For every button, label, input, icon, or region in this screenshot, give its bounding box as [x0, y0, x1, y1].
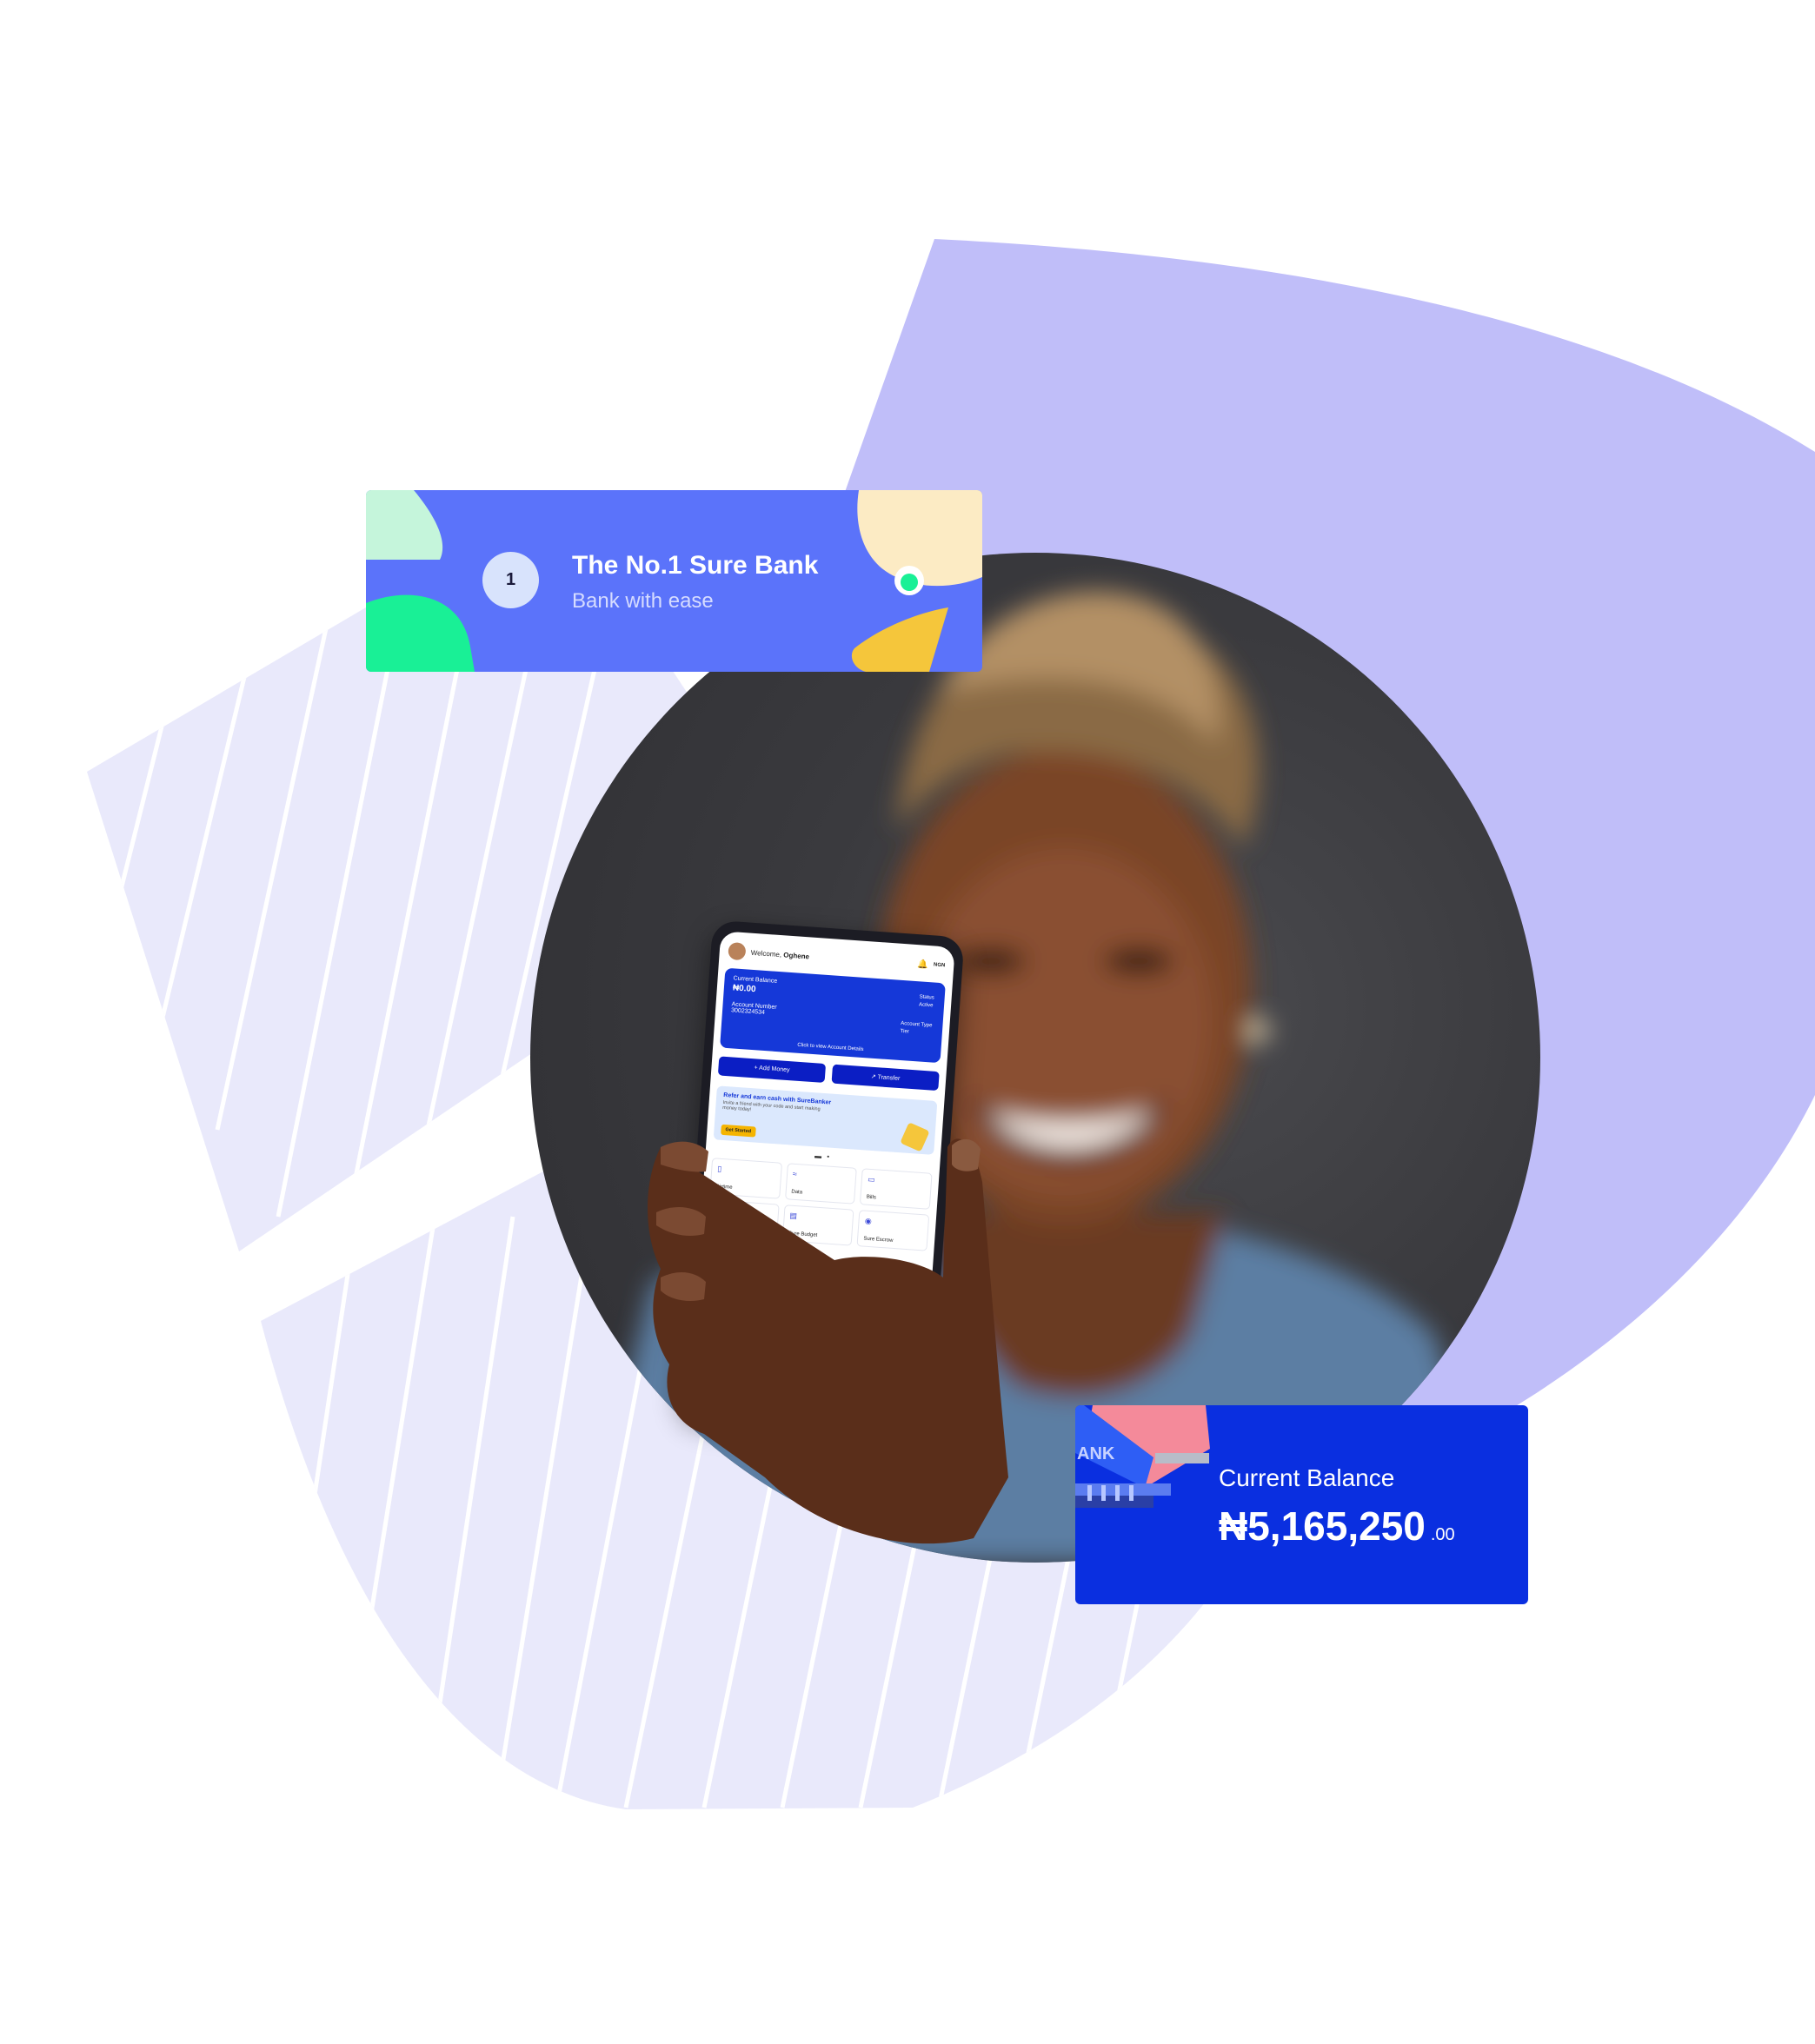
phone-mockup: Welcome, Oghene 🔔 NGN Current Balance ₦0…	[678, 919, 965, 1434]
status-block: Status Active	[919, 993, 934, 1010]
balance-amount: ₦5,165,250.00	[1219, 1503, 1455, 1550]
get-started-button[interactable]: Get Started	[721, 1124, 756, 1138]
feature-card: 1 The No.1 Sure Bank Bank with ease	[366, 490, 982, 672]
tile-label: Sure Budget	[788, 1231, 818, 1238]
user-name: Oghene	[783, 950, 810, 960]
nav-transfer[interactable]: Transfer	[760, 1282, 779, 1289]
yellow-triangle-shape	[851, 607, 948, 672]
escrow-icon: ◉	[864, 1216, 873, 1226]
signal-icon: ≈	[792, 1169, 798, 1179]
tile-sure-budget[interactable]: ▤ Sure Budget	[781, 1204, 854, 1246]
step-number-badge: 1	[482, 552, 539, 608]
account-card[interactable]: Current Balance ₦0.00 Account Number 300…	[720, 967, 946, 1064]
visa-label: VISA	[696, 1391, 715, 1401]
app-screen: Welcome, Oghene 🔔 NGN Current Balance ₦0…	[688, 931, 955, 1423]
tile-label: Bills	[866, 1194, 877, 1201]
feature-card-shapes	[366, 490, 982, 672]
feature-subtitle: Bank with ease	[572, 589, 714, 613]
green-dot	[901, 574, 918, 591]
feature-title: The No.1 Sure Bank	[572, 551, 819, 580]
balance-label: Current Balance	[1219, 1464, 1395, 1491]
mint-shape	[366, 490, 443, 560]
nav-goals[interactable]: Goals	[809, 1285, 823, 1291]
green-circle-shape	[366, 594, 475, 672]
phone-icon: ▯	[717, 1164, 722, 1173]
svg-text:ANK: ANK	[1077, 1444, 1115, 1463]
wallet-icon: ▭	[867, 1174, 876, 1185]
tile-label: Airtime	[715, 1184, 733, 1191]
nav-profile[interactable]: Profile	[897, 1291, 912, 1297]
pos-label: POS	[899, 1405, 914, 1415]
tile-label: Data	[791, 1189, 803, 1196]
balance-main: ₦5,165,250	[1219, 1503, 1426, 1549]
tile-sure-escrow[interactable]: ◉ Sure Escrow	[856, 1210, 930, 1251]
balance-cents: .00	[1430, 1525, 1455, 1544]
tile-bills[interactable]: ▭ Bills	[860, 1168, 933, 1210]
bell-icon[interactable]: 🔔	[917, 959, 928, 970]
nav-home[interactable]: Home	[715, 1279, 730, 1285]
nav-cards[interactable]: Cards	[853, 1289, 867, 1295]
refer-banner: Refer and earn cash with SureBanker Invi…	[713, 1085, 938, 1155]
budget-icon: ▤	[789, 1211, 798, 1221]
services-grid: ▯ Airtime ≈ Data ▭ Bills ▣ Sure Savings ▤ Sur…	[700, 1154, 940, 1256]
add-money-button[interactable]: + Add Money	[717, 1056, 827, 1083]
type-block: Account Type Tier	[900, 1020, 932, 1038]
transfer-button[interactable]: ↗ Transfer	[831, 1064, 940, 1092]
tile-airtime[interactable]: ▯ Airtime	[709, 1158, 782, 1199]
balance-card: ANK Current Balance ₦5,165,250.00	[1075, 1405, 1528, 1604]
savings-icon: ▣	[714, 1205, 722, 1216]
avatar[interactable]	[728, 941, 747, 961]
tile-sure-savings[interactable]: ▣ Sure Savings	[706, 1199, 780, 1241]
bank-icon: ANK	[1075, 1405, 1210, 1508]
tile-data[interactable]: ≈ Data	[784, 1163, 858, 1204]
card-strip: VISA POS	[688, 1383, 924, 1423]
status-value: Active	[918, 1002, 934, 1009]
tile-label: Sure Escrow	[863, 1236, 894, 1244]
welcome-prefix: Welcome,	[750, 948, 784, 959]
tile-label: Sure Savings	[713, 1225, 745, 1233]
party-popper-icon	[900, 1122, 930, 1152]
welcome-text: Welcome, Oghene	[751, 948, 913, 967]
currency-label[interactable]: NGN	[934, 962, 946, 968]
